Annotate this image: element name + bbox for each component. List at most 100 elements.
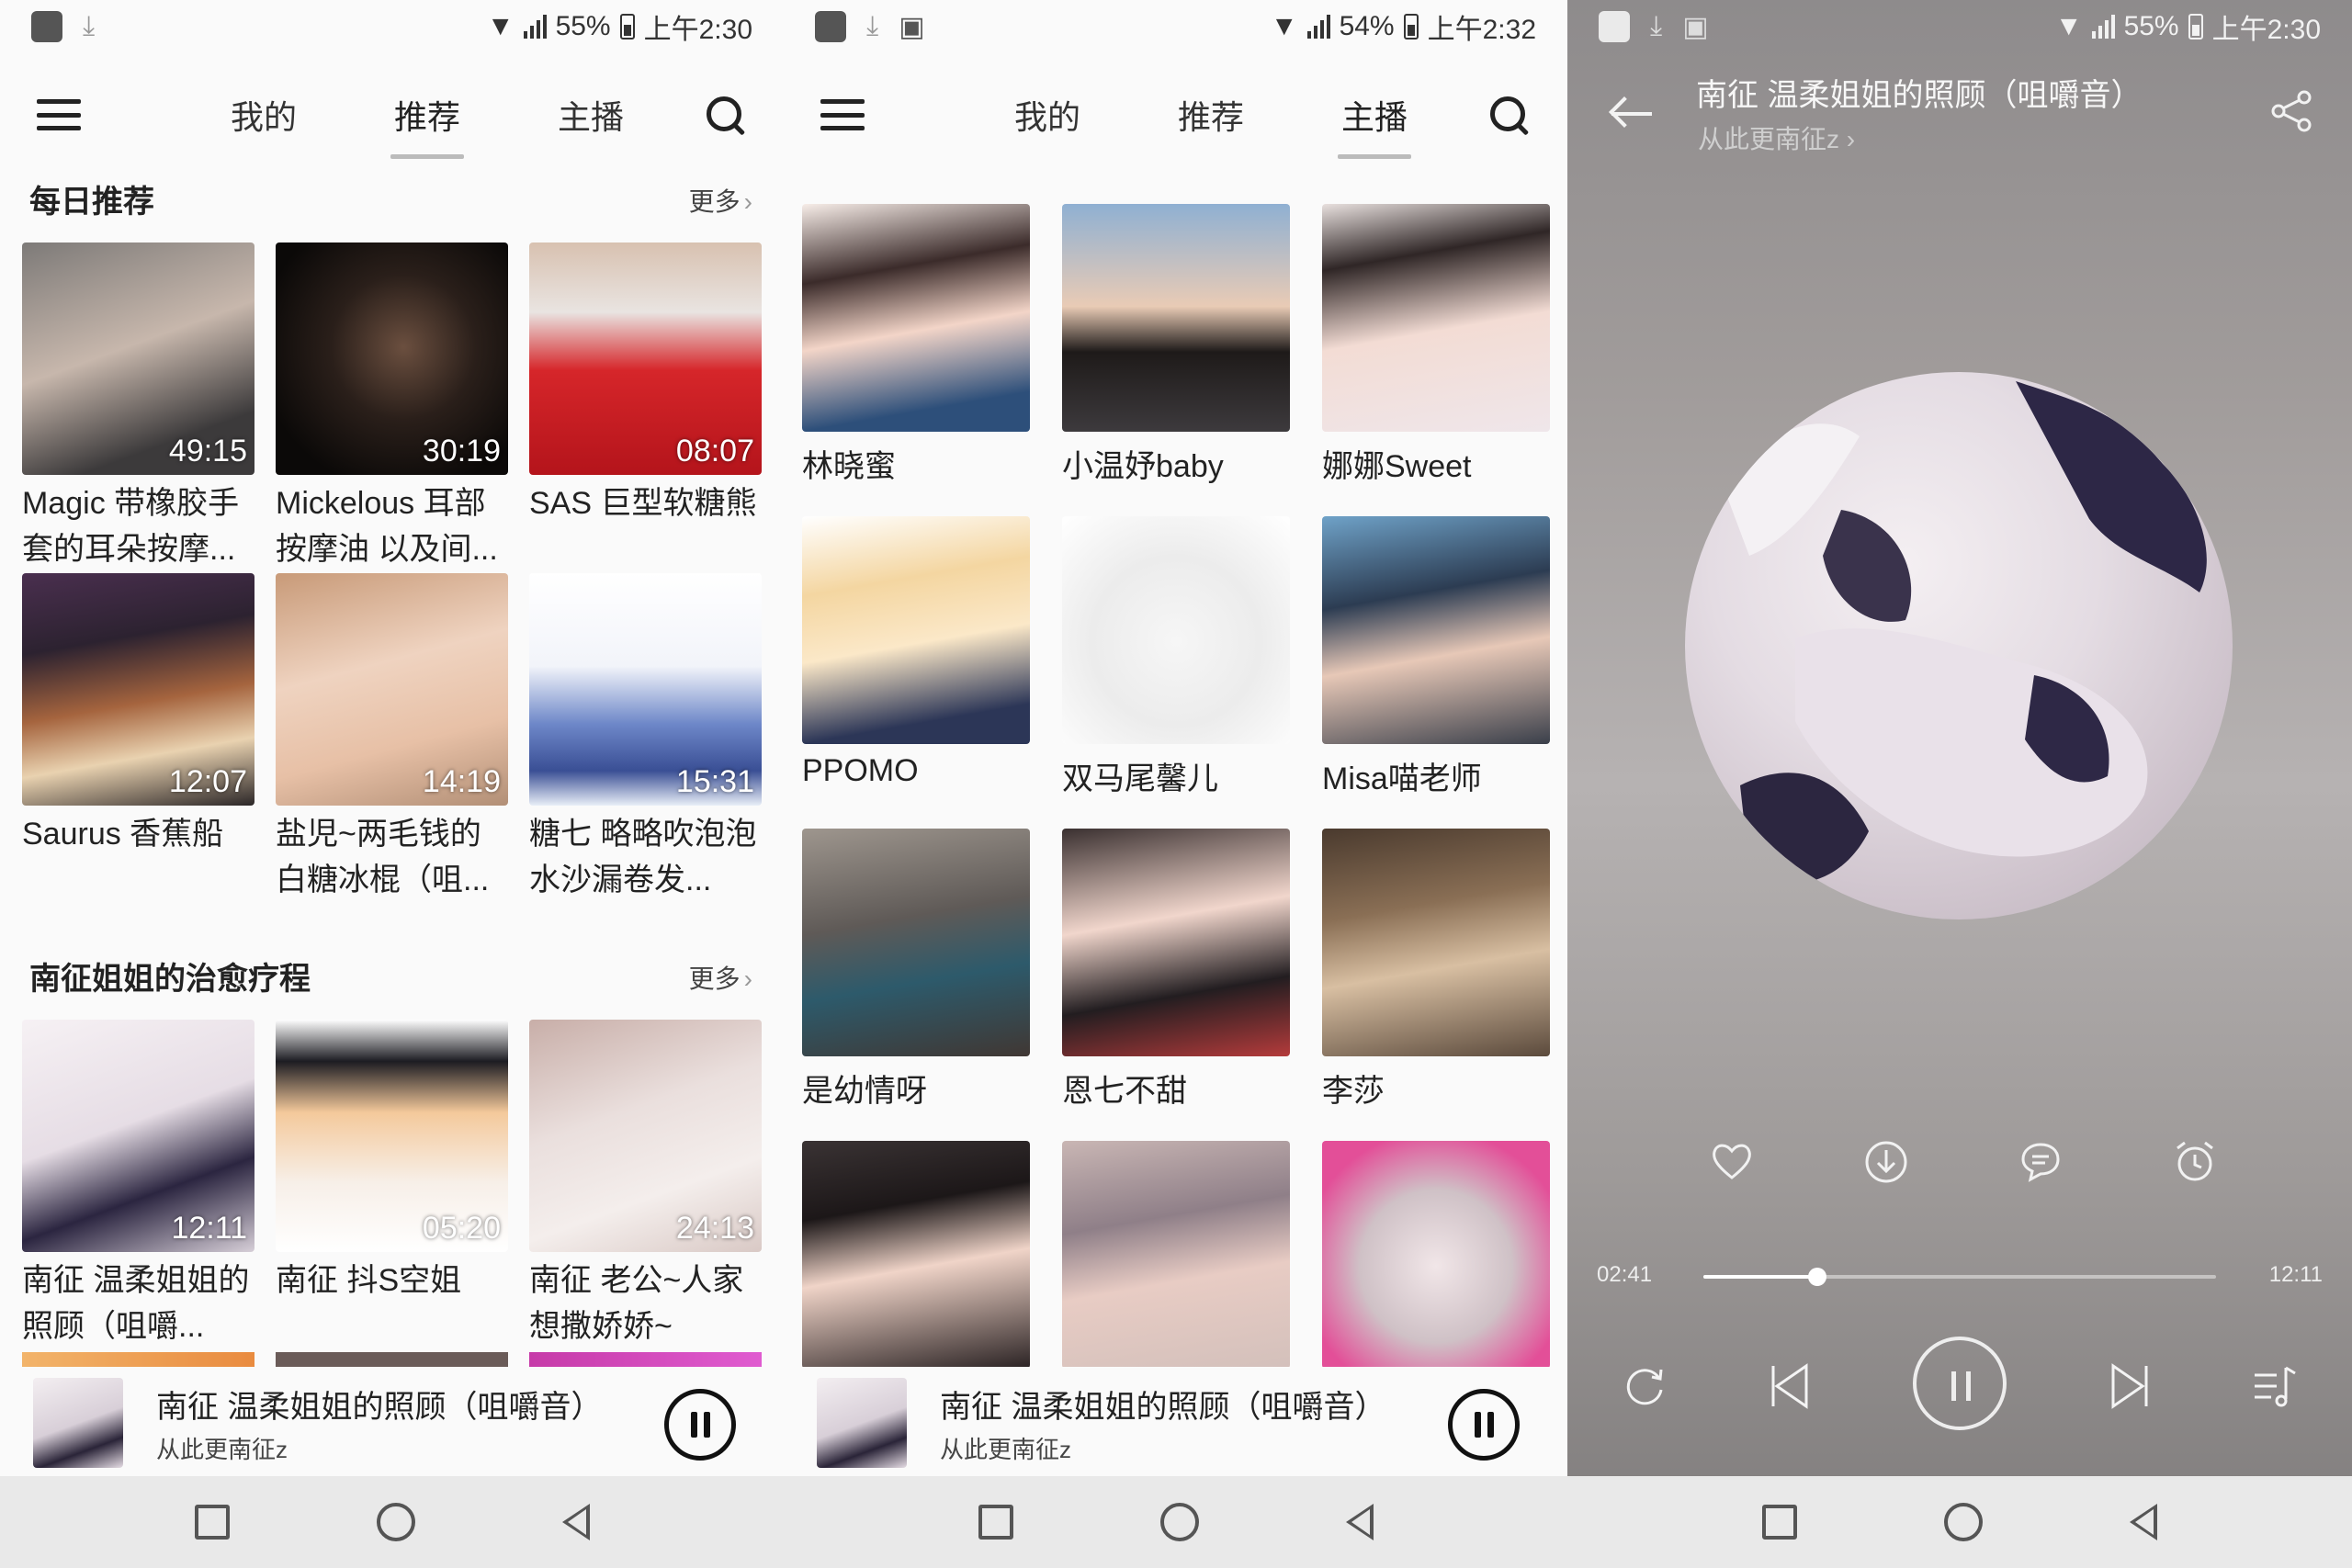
pause-icon[interactable] (664, 1389, 736, 1461)
back-icon[interactable] (2130, 1504, 2157, 1540)
video-card[interactable]: 15:31 糖七 略略吹泡泡水沙漏卷发... (529, 573, 762, 903)
wifi-icon: ▼ (2054, 11, 2083, 41)
playlist-icon[interactable] (2249, 1360, 2301, 1412)
search-icon[interactable] (1487, 93, 1531, 137)
video-thumbnail: 30:19 (276, 243, 508, 475)
anchor-avatar (802, 829, 1030, 1056)
video-card[interactable]: 05:20 南征 抖S空姐 (276, 1020, 508, 1349)
anchor-avatar (802, 1141, 1030, 1369)
anchor-card[interactable]: 娜娜Sweet (1322, 204, 1550, 486)
tab-recommend[interactable]: 推荐 (345, 78, 509, 152)
video-thumbnail: 14:19 (276, 573, 508, 806)
tab-anchors[interactable]: 主播 (1293, 78, 1456, 152)
next-icon[interactable] (2104, 1360, 2155, 1412)
video-card[interactable]: 49:15 Magic 带橡胶手套的耳朵按摩... (22, 243, 254, 572)
anchor-card[interactable]: 双马尾馨儿 (1062, 516, 1290, 798)
tab-mine[interactable]: 我的 (182, 78, 345, 152)
repeat-icon[interactable] (1619, 1360, 1670, 1412)
progress-slider[interactable] (1703, 1268, 2216, 1286)
video-card[interactable]: 08:07 SAS 巨型软糖熊 (529, 243, 762, 572)
anchors-screen: ⤓ ▣ ▼ 54% 上午2:32 我的 推荐 主播 林晓蜜 小温妤baby 娜娜… (784, 0, 1567, 1568)
video-card[interactable]: 30:19 Mickelous 耳部按摩油 以及间... (276, 243, 508, 572)
anchor-card[interactable]: PPOMO (802, 516, 1030, 789)
anchor-card[interactable] (1322, 1141, 1550, 1369)
section-title-healing: 南征姐姐的治愈疗程 (29, 962, 311, 997)
anchor-avatar (1322, 204, 1550, 432)
back-icon[interactable] (561, 1504, 590, 1540)
anchor-card[interactable] (802, 1141, 1030, 1369)
more-link-daily[interactable]: 更多 › (689, 182, 752, 219)
anchor-card[interactable] (1062, 1141, 1290, 1369)
back-arrow-icon[interactable] (1608, 92, 1652, 136)
recents-icon[interactable] (194, 1505, 230, 1540)
anchor-avatar (1062, 829, 1290, 1056)
menu-icon[interactable] (37, 99, 81, 130)
recents-icon[interactable] (1762, 1505, 1797, 1540)
player-artist-link[interactable]: 从此更南征z › (1698, 119, 1855, 156)
anchor-card[interactable]: Misa喵老师 (1322, 516, 1550, 798)
progress-knob[interactable] (1807, 1268, 1826, 1286)
battery-icon (1403, 14, 1419, 39)
mini-player[interactable]: 南征 温柔姐姐的照顾（咀嚼音） 从此更南征z (784, 1367, 1567, 1477)
app-notification-icon (815, 11, 846, 42)
video-card[interactable]: 12:07 Saurus 香蕉船 (22, 573, 254, 903)
anchor-card[interactable]: 是幼情呀 (802, 829, 1030, 1111)
tab-anchors[interactable]: 主播 (509, 78, 673, 152)
clock: 上午2:30 (643, 15, 752, 45)
download-notification-icon: ⤓ (866, 11, 879, 41)
elapsed-time: 02:41 (1597, 1262, 1653, 1287)
player-artist: 从此更南征z (1698, 125, 1840, 153)
video-card[interactable]: 24:13 南征 老公~人家想撒娇娇~ (529, 1020, 762, 1349)
anchor-card[interactable]: 李莎 (1322, 829, 1550, 1111)
mini-player[interactable]: 南征 温柔姐姐的照顾（咀嚼音） 从此更南征z (0, 1367, 784, 1477)
recents-icon[interactable] (978, 1505, 1013, 1540)
player-title: 南征 温柔姐姐的照顾（咀嚼音） (1696, 78, 2143, 113)
home-icon[interactable] (376, 1503, 415, 1541)
download-icon[interactable] (1863, 1139, 1909, 1185)
share-icon[interactable] (2269, 88, 2315, 134)
player-controls (1567, 1337, 2352, 1438)
video-card[interactable]: 14:19 盐児~两毛钱的白糖冰棍（咀... (276, 573, 508, 903)
menu-icon[interactable] (820, 99, 865, 130)
tab-mine[interactable]: 我的 (966, 78, 1129, 152)
mini-player-subtitle: 从此更南征z (156, 1436, 288, 1463)
more-link-healing[interactable]: 更多 › (689, 959, 752, 996)
pause-icon[interactable] (1448, 1389, 1520, 1461)
anchor-card[interactable]: 恩七不甜 (1062, 829, 1290, 1111)
mini-player-subtitle: 从此更南征z (940, 1436, 1072, 1463)
tab-recommend[interactable]: 推荐 (1129, 78, 1293, 152)
system-nav-bar (1567, 1476, 2352, 1568)
mini-player-cover (817, 1378, 907, 1468)
comment-icon[interactable] (2018, 1139, 2064, 1185)
video-title: 南征 抖S空姐 (276, 1263, 462, 1298)
anchor-card[interactable]: 林晓蜜 (802, 204, 1030, 486)
anchor-name: 是幼情呀 (802, 1074, 927, 1109)
pause-icon[interactable] (1913, 1337, 2007, 1430)
video-thumbnail: 05:20 (276, 1020, 508, 1252)
heart-icon[interactable] (1709, 1139, 1755, 1185)
signal-icon (1306, 15, 1330, 39)
video-card[interactable]: 12:11 南征 温柔姐姐的照顾（咀嚼... (22, 1020, 254, 1349)
search-icon[interactable] (703, 93, 747, 137)
video-title: SAS 巨型软糖熊 (529, 486, 757, 521)
anchor-avatar (1322, 829, 1550, 1056)
home-icon[interactable] (1944, 1503, 1983, 1541)
image-notification-icon: ▣ (1682, 11, 1709, 42)
video-thumbnail: 12:11 (22, 1020, 254, 1252)
video-thumbnail: 49:15 (22, 243, 254, 475)
home-icon[interactable] (1159, 1503, 1199, 1541)
anchor-name: 小温妤baby (1062, 449, 1224, 484)
anchor-avatar (802, 516, 1030, 744)
anchor-avatar (1322, 516, 1550, 744)
recommend-screen: ⤓ ▼ 55% 上午2:30 我的 推荐 主播 每日推荐 更多 › 49:15 … (0, 0, 784, 1568)
back-icon[interactable] (1345, 1504, 1374, 1540)
video-duration: 24:13 (675, 1211, 754, 1246)
video-title: Mickelous 耳部按摩油 以及间... (276, 486, 498, 567)
anchor-card[interactable]: 小温妤baby (1062, 204, 1290, 486)
battery-icon (619, 14, 635, 39)
app-notification-icon (1599, 11, 1630, 42)
alarm-icon[interactable] (2172, 1139, 2218, 1185)
battery-icon (2188, 14, 2203, 39)
chevron-right-icon: › (1839, 125, 1856, 153)
previous-icon[interactable] (1764, 1360, 1815, 1412)
